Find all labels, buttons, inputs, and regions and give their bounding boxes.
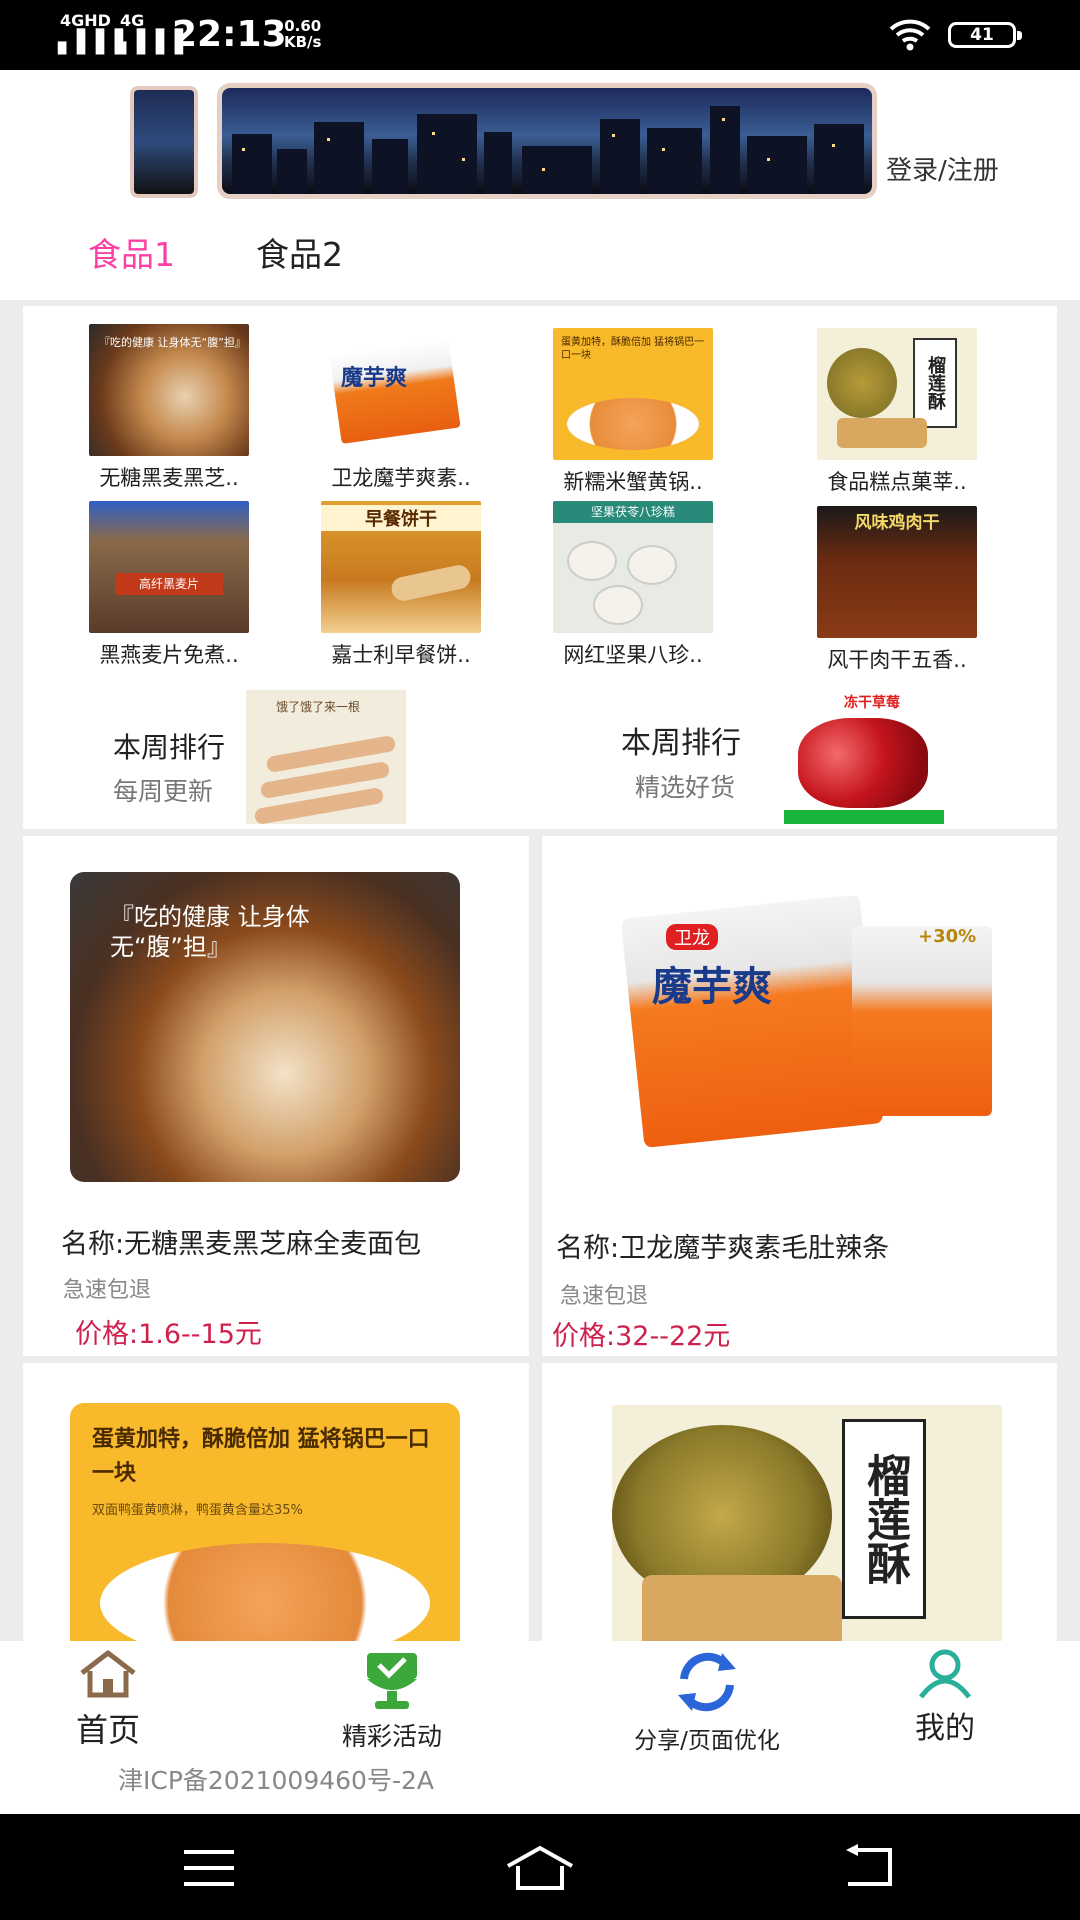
header: 登录/注册 食品1 食品2 bbox=[0, 70, 1080, 300]
guoba-thumbnail: 蛋黄加特，酥脆倍加 猛将锅巴一口一块 bbox=[553, 328, 713, 460]
city-banner[interactable] bbox=[222, 88, 872, 194]
biscuit-thumbnail: 早餐饼干 bbox=[321, 501, 481, 633]
grid-item-label: 风干肉干五香.. bbox=[827, 648, 967, 672]
nut-cake-thumbnail: 坚果茯苓八珍糕 bbox=[553, 501, 713, 633]
grid-item-oat[interactable]: 高纤黑麦片 黑燕麦片免煮.. bbox=[53, 501, 285, 669]
banner-thumb[interactable] bbox=[134, 90, 194, 194]
nav-label: 我的 bbox=[915, 1711, 975, 1746]
icp-record: 津ICP备2021009460号-2A bbox=[118, 1766, 434, 1795]
network-label-2: 4G bbox=[120, 11, 145, 30]
product-card[interactable]: 榴莲酥 bbox=[542, 1363, 1057, 1641]
grid-item-label: 新糯米蟹黄锅.. bbox=[563, 470, 703, 494]
guoba-image-subtext: 双面鸭蛋黄喷淋，鸭蛋黄含量达35% bbox=[92, 1503, 303, 1518]
bottom-nav: 首页 精彩活动 分享/页面优化 我的 津ICP备2021009460号-2A bbox=[0, 1641, 1080, 1814]
nav-share[interactable]: 分享/页面优化 bbox=[612, 1649, 802, 1755]
menu-icon[interactable] bbox=[182, 1848, 236, 1888]
refresh-icon bbox=[678, 1652, 736, 1712]
bread-thumb-text: 『吃的健康 让身体无“腹”担』 bbox=[99, 336, 246, 349]
rank-subtitle: 每周更新 bbox=[113, 777, 214, 806]
rank1-img-text: 饿了饿了来一根 bbox=[276, 700, 361, 714]
home-icon bbox=[80, 1650, 136, 1698]
bread-thumbnail: 『吃的健康 让身体无“腹”担』 bbox=[89, 324, 249, 456]
home-button-icon[interactable] bbox=[504, 1844, 576, 1892]
wifi-icon bbox=[889, 19, 931, 51]
weekly-rank-1-image[interactable]: 饿了饿了来一根 bbox=[246, 690, 406, 824]
nav-activities[interactable]: 精彩活动 bbox=[322, 1651, 462, 1753]
product-image[interactable]: 榴莲酥 bbox=[612, 1405, 1002, 1641]
shipping-label: 急速包退 bbox=[63, 1278, 152, 1303]
nav-home[interactable]: 首页 bbox=[58, 1649, 158, 1751]
grid-item-label: 网红坚果八珍.. bbox=[563, 643, 703, 667]
grid-item-konjac[interactable]: 魔芋爽 卫龙魔芋爽素.. bbox=[285, 324, 517, 492]
product-image[interactable]: 『吃的健康 让身体无“腹”担』 bbox=[70, 872, 460, 1182]
guoba-thumb-text: 蛋黄加特，酥脆倍加 猛将锅巴一口一块 bbox=[561, 337, 705, 361]
grid-item-biscuit[interactable]: 早餐饼干 嘉士利早餐饼.. bbox=[285, 501, 517, 669]
grid-item-nut-cake[interactable]: 坚果茯苓八珍糕 网红坚果八珍.. bbox=[517, 501, 749, 669]
biscuit-thumb-text: 早餐饼干 bbox=[321, 505, 481, 531]
content-area[interactable]: 『吃的健康 让身体无“腹”担』 无糖黑麦黑芝.. 魔芋爽 卫龙魔芋爽素.. 蛋黄… bbox=[0, 300, 1080, 1641]
tab-food-2[interactable]: 食品2 bbox=[256, 228, 343, 276]
jerky-thumb-text: 风味鸡肉干 bbox=[854, 513, 940, 533]
product-image[interactable]: 蛋黄加特，酥脆倍加 猛将锅巴一口一块 双面鸭蛋黄喷淋，鸭蛋黄含量达35% bbox=[70, 1403, 460, 1641]
trophy-icon bbox=[367, 1653, 417, 1709]
category-grid: 『吃的健康 让身体无“腹”担』 无糖黑麦黑芝.. 魔芋爽 卫龙魔芋爽素.. 蛋黄… bbox=[23, 306, 1057, 829]
nav-label: 分享/页面优化 bbox=[634, 1728, 780, 1754]
product-card[interactable]: 卫龙 魔芋爽 +30% 名称:卫龙魔芋爽素毛肚辣条 急速包退 价格:32--22… bbox=[542, 836, 1057, 1356]
user-icon bbox=[919, 1649, 971, 1699]
jerky-thumbnail: 风味鸡肉干 bbox=[817, 506, 977, 638]
net-speed: 0.60 KB/s bbox=[284, 18, 321, 50]
oat-thumb-text: 高纤黑麦片 bbox=[115, 573, 223, 595]
nav-label: 精彩活动 bbox=[341, 1722, 442, 1751]
clock: 22:13 bbox=[172, 14, 287, 55]
grid-item-jerky[interactable]: 风味鸡肉干 风干肉干五香.. bbox=[781, 506, 1013, 674]
nav-mine[interactable]: 我的 bbox=[890, 1647, 1000, 1747]
login-register-link[interactable]: 登录/注册 bbox=[886, 150, 999, 187]
konjac-thumb-text: 魔芋爽 bbox=[341, 366, 408, 391]
weekly-rank-1[interactable]: 本周排行 每周更新 bbox=[113, 726, 225, 808]
weekly-rank-2[interactable]: 本周排行 精选好货 bbox=[621, 718, 741, 804]
product-price: 价格:32--22元 bbox=[552, 1321, 731, 1352]
product-card[interactable]: 『吃的健康 让身体无“腹”担』 名称:无糖黑麦黑芝麻全麦面包 急速包退 价格:1… bbox=[23, 836, 529, 1356]
grid-item-label: 黑燕麦片免煮.. bbox=[99, 643, 239, 667]
product-price: 价格:1.6--15元 bbox=[75, 1319, 262, 1350]
guoba-image-text: 蛋黄加特，酥脆倍加 猛将锅巴一口一块 bbox=[92, 1427, 430, 1486]
speed-unit: KB/s bbox=[284, 33, 322, 51]
nav-label: 首页 bbox=[75, 1711, 140, 1749]
konjac-image-text: 魔芋爽 bbox=[652, 964, 772, 1010]
konjac-brand-text: 卫龙 bbox=[666, 924, 718, 950]
product-name: 名称:无糖黑麦黑芝麻全麦面包 bbox=[61, 1229, 422, 1260]
rank-title: 本周排行 bbox=[113, 731, 226, 764]
grid-item-bread[interactable]: 『吃的健康 让身体无“腹”担』 无糖黑麦黑芝.. bbox=[53, 324, 285, 492]
strawberry-thumb-text: 冻干草莓 bbox=[844, 695, 900, 711]
durian-thumb-text: 榴莲酥 bbox=[913, 338, 957, 428]
speed-value: 0.60 bbox=[284, 17, 322, 35]
durian-image-text: 榴莲酥 bbox=[842, 1419, 926, 1619]
konjac-thumbnail: 魔芋爽 bbox=[321, 324, 481, 456]
system-nav-bar bbox=[0, 1814, 1080, 1920]
grid-item-durian[interactable]: 榴莲酥 食品糕点菓莘.. bbox=[781, 328, 1013, 496]
back-icon[interactable] bbox=[842, 1844, 898, 1890]
battery-indicator: 41 bbox=[948, 22, 1022, 48]
grid-item-label: 嘉士利早餐饼.. bbox=[331, 643, 471, 667]
oat-thumbnail: 高纤黑麦片 bbox=[89, 501, 249, 633]
product-name: 名称:卫龙魔芋爽素毛肚辣条 bbox=[556, 1233, 890, 1264]
grid-item-label: 食品糕点菓莘.. bbox=[827, 470, 967, 494]
rank-subtitle: 精选好货 bbox=[635, 773, 736, 802]
durian-thumbnail: 榴莲酥 bbox=[817, 328, 977, 460]
rank-title: 本周排行 bbox=[621, 726, 741, 761]
grid-item-guoba[interactable]: 蛋黄加特，酥脆倍加 猛将锅巴一口一块 新糯米蟹黄锅.. bbox=[517, 328, 749, 496]
product-card[interactable]: 蛋黄加特，酥脆倍加 猛将锅巴一口一块 双面鸭蛋黄喷淋，鸭蛋黄含量达35% bbox=[23, 1363, 529, 1641]
weekly-rank-2-image[interactable]: 冻干草莓 bbox=[784, 690, 944, 824]
status-bar: 4GHD ▖▌▌▌ 4G ▖▌▌▌ 22:13 0.60 KB/s 41 bbox=[0, 0, 1080, 70]
product-image[interactable]: 卫龙 魔芋爽 +30% bbox=[622, 896, 1002, 1158]
tab-food-1[interactable]: 食品1 bbox=[88, 228, 175, 276]
konjac-badge-text: +30% bbox=[918, 926, 977, 947]
shipping-label: 急速包退 bbox=[560, 1284, 649, 1309]
bread-image-text: 『吃的健康 让身体无“腹”担』 bbox=[110, 903, 310, 961]
nut-thumb-text: 坚果茯苓八珍糕 bbox=[553, 501, 713, 523]
grid-item-label: 卫龙魔芋爽素.. bbox=[331, 466, 471, 490]
grid-item-label: 无糖黑麦黑芝.. bbox=[99, 466, 239, 490]
network-label-1: 4GHD bbox=[60, 11, 111, 30]
